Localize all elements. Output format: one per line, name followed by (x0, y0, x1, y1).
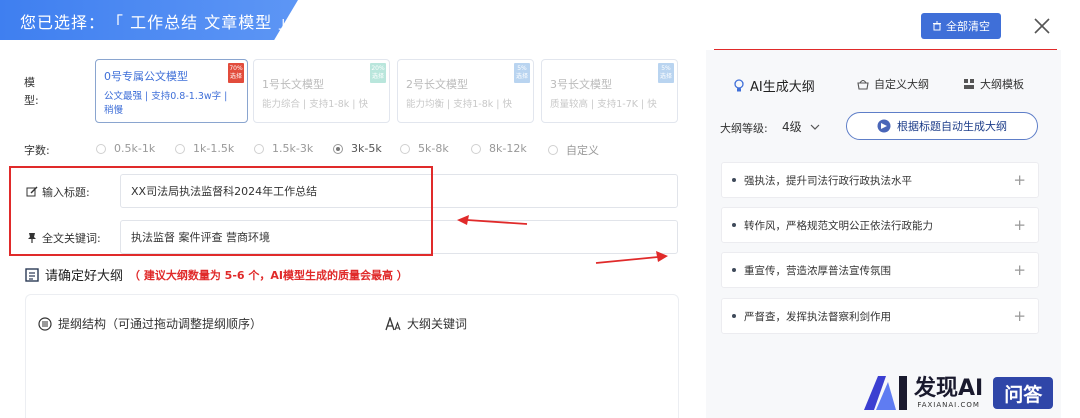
radio-icon (175, 143, 185, 154)
model-name: 2号长文模型 (406, 78, 468, 91)
structure-icon (38, 316, 52, 331)
chevron-down-icon (810, 124, 820, 130)
tab-custom-outline[interactable]: 自定义大纲 (857, 76, 929, 92)
wordcount-option-2[interactable]: 1.5k-3k (254, 142, 313, 155)
outline-keywords-header: 大纲关键词 (385, 315, 467, 332)
outline-level-value: 4级 (782, 120, 802, 134)
model-card-0[interactable]: 0号专属公文模型 公文最强 | 支持0.8-1.3w字 | 稍慢 70% 选择 (95, 59, 248, 123)
outline-item[interactable]: 强执法，提升司法行政行政执法水平 + (721, 162, 1039, 198)
radio-icon (548, 145, 558, 155)
auto-generate-outline-button[interactable]: 根据标题自动生成大纲 (846, 112, 1038, 140)
model-badge: 70% 选择 (228, 63, 244, 83)
model-badge: 20% 选择 (370, 63, 386, 83)
model-name: 1号长文模型 (262, 78, 324, 91)
tab-outline-template[interactable]: 大纲模板 (963, 76, 1024, 92)
basket-icon (857, 79, 869, 90)
radio-icon (254, 143, 264, 154)
model-desc: 能力综合 | 支持1-8k | 快 (262, 99, 368, 110)
outline-tip: （ 建议大纲数量为 5-6 个，AI模型生成的质量会最高 ） (129, 268, 408, 282)
radio-selected-icon (333, 143, 343, 154)
logo-domain: FAXIANAI.COM (917, 401, 980, 409)
bullet-icon (732, 223, 736, 227)
model-desc: 质量较高 | 支持1-7K | 快 (550, 99, 657, 110)
annotation-highlight-inputs (9, 166, 433, 256)
outline-item[interactable]: 严督查，发挥执法督察利剑作用 + (721, 298, 1039, 334)
list-icon (25, 267, 39, 282)
radio-icon (471, 143, 481, 154)
annotation-arrow-left-icon (457, 215, 528, 225)
add-icon[interactable]: + (1013, 216, 1026, 234)
outline-structure-header: 提纲结构（可通过拖动调整提纲顺序） (38, 315, 262, 332)
outline-level-label: 大纲等级: (720, 122, 768, 135)
header-selection-value: 「 工作总结 文章模型 」 (115, 13, 296, 32)
wordcount-option-3[interactable]: 3k-5k (333, 142, 382, 155)
add-icon[interactable]: + (1013, 261, 1026, 279)
outline-editor-area (25, 294, 679, 418)
model-card-1[interactable]: 1号长文模型 能力综合 | 支持1-8k | 快 20% 选择 (253, 59, 390, 123)
clear-all-label: 全部清空 (946, 20, 990, 33)
outline-level-select[interactable]: 4级 (782, 118, 820, 135)
font-icon (385, 316, 401, 330)
tab-ai-outline[interactable]: AI生成大纲 (733, 76, 815, 95)
model-name: 3号长文模型 (550, 78, 612, 91)
brand-logo: 发现AI FAXIANAI.COM 问答 (862, 374, 1054, 412)
radio-icon (96, 143, 106, 154)
wordcount-option-4[interactable]: 5k-8k (400, 142, 449, 155)
generate-icon (877, 119, 891, 133)
clear-all-button[interactable]: 全部清空 (921, 13, 1001, 39)
header-prefix: 您已选择： (20, 13, 106, 32)
add-icon[interactable]: + (1013, 171, 1026, 189)
logo-ai-icon (864, 376, 907, 410)
outline-item[interactable]: 转作风，严格规范文明公正依法行政能力 + (721, 207, 1039, 243)
add-icon[interactable]: + (1013, 307, 1026, 325)
model-desc: 公文最强 | 支持0.8-1.3w字 | 稍慢 (104, 91, 228, 116)
radio-icon (400, 143, 410, 154)
lightbulb-icon (734, 78, 744, 91)
outline-title-text: 请确定好大纲 (45, 269, 124, 284)
wordcount-option-5[interactable]: 8k-12k (471, 142, 527, 155)
logo-qa: 问答 (993, 377, 1054, 409)
model-badge: 5% 选择 (658, 63, 674, 83)
model-card-3[interactable]: 3号长文模型 质量较高 | 支持1-7K | 快 5% 选择 (541, 59, 678, 123)
model-label: 模 型: (24, 76, 39, 107)
bullet-icon (732, 178, 736, 182)
annotation-arrow-right-icon (595, 251, 668, 264)
logo-name: 发现AI (914, 376, 984, 401)
wordcount-option-1[interactable]: 1k-1.5k (175, 142, 234, 155)
close-icon[interactable] (1030, 14, 1054, 38)
trash-icon (933, 21, 941, 31)
model-badge: 5% 选择 (514, 63, 530, 83)
wordcount-option-0[interactable]: 0.5k-1k (96, 142, 155, 155)
bullet-icon (732, 268, 736, 272)
model-card-2[interactable]: 2号长文模型 能力均衡 | 支持1-8k | 快 5% 选择 (397, 59, 534, 123)
wordcount-option-6[interactable]: 自定义 (548, 142, 599, 158)
outline-section-title: 请确定好大纲 （ 建议大纲数量为 5-6 个，AI模型生成的质量会最高 ） (25, 265, 408, 284)
bullet-icon (732, 314, 736, 318)
model-name: 0号专属公文模型 (104, 70, 188, 83)
template-icon (964, 79, 974, 89)
model-desc: 能力均衡 | 支持1-8k | 快 (406, 99, 512, 110)
header-selection: 您已选择： 「 工作总结 文章模型 」 (20, 9, 295, 33)
wordcount-label: 字数: (24, 144, 50, 157)
outline-item[interactable]: 重宣传，营造浓厚普法宣传氛围 + (721, 252, 1039, 288)
